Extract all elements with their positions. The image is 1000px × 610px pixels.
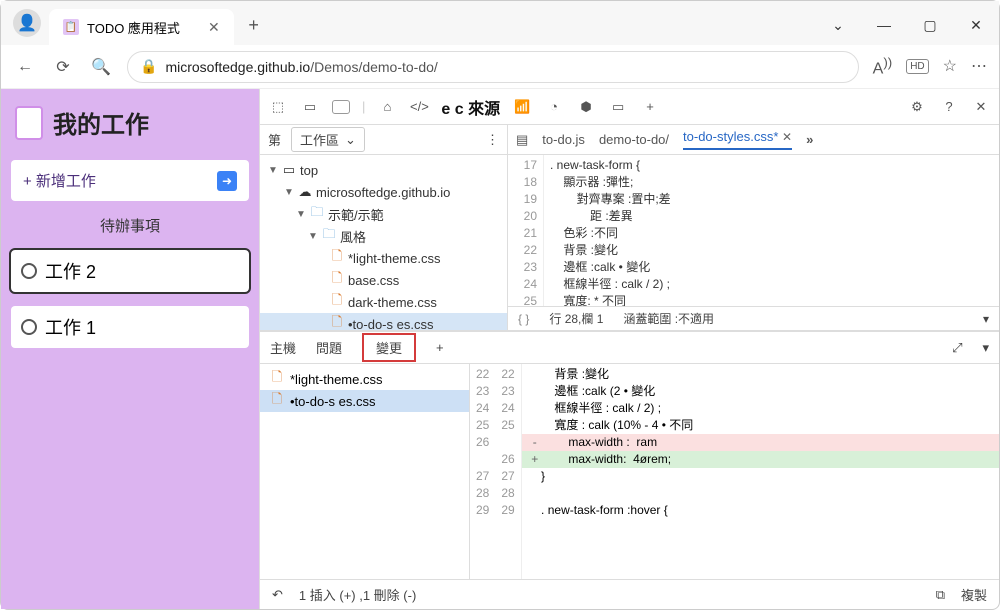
settings-icon[interactable]: ⚙ bbox=[907, 97, 927, 117]
elements-icon[interactable]: </> bbox=[409, 97, 429, 117]
refresh-icon[interactable]: ⟳ bbox=[51, 55, 75, 79]
more-icon[interactable]: ⋯ bbox=[971, 56, 987, 76]
window-close[interactable]: ✕ bbox=[953, 5, 999, 45]
drawer-tabs: 主機 問題 變更 + ⤢ ▾ bbox=[260, 332, 999, 364]
changes-footer: ↶ 1 插入 (+) ,1 刪除 (-) ⧉ 複製 bbox=[260, 579, 999, 609]
drawer-tab-changes[interactable]: 變更 bbox=[362, 333, 416, 362]
sources-tab[interactable]: e c 來源 bbox=[441, 95, 500, 119]
devtools-close-icon[interactable]: ✕ bbox=[971, 97, 991, 117]
tree-folder[interactable]: ▼🗀風格 bbox=[260, 225, 507, 247]
nav-more-icon[interactable]: ⋮ bbox=[486, 132, 499, 148]
url-bar: ← ⟳ 🔍 🔒 microsoftedge.github.io/Demos/de… bbox=[1, 45, 999, 89]
hd-icon[interactable]: HD bbox=[906, 59, 928, 74]
coverage-label: 涵蓋範圍 :不適用 bbox=[623, 310, 714, 327]
titlebar: 👤 📋 TODO 應用程式 ✕ + ⌄ — ▢ ✕ bbox=[1, 1, 999, 45]
section-heading: 待辦事項 bbox=[11, 215, 249, 236]
lock-icon: 🔒 bbox=[140, 58, 157, 75]
task-label: 工作 1 bbox=[45, 314, 96, 340]
tree-top[interactable]: ▼▭top bbox=[260, 159, 507, 181]
panel-icon[interactable] bbox=[332, 100, 350, 114]
changes-file[interactable]: 🗋*light-theme.css bbox=[260, 368, 469, 390]
url-path: /Demos/demo-to-do/ bbox=[310, 59, 438, 75]
cursor-position: 行 28,欄 1 bbox=[549, 310, 603, 327]
tree-file[interactable]: 🗋dark-theme.css bbox=[260, 291, 507, 313]
performance-icon[interactable]: ◔ bbox=[544, 97, 564, 117]
editor-status: { } 行 28,欄 1 涵蓋範圍 :不適用 ▾ bbox=[508, 306, 999, 330]
nav-label: 第 bbox=[268, 130, 281, 149]
changes-file-list: 🗋*light-theme.css 🗋•to-do-s es.css bbox=[260, 364, 470, 579]
changes-file[interactable]: 🗋•to-do-s es.css bbox=[260, 390, 469, 412]
rendered-page: 我的工作 + 新增工作 ➜ 待辦事項 工作 2 工作 1 bbox=[1, 89, 259, 609]
device-icon[interactable]: ▭ bbox=[300, 97, 320, 117]
new-tab-button[interactable]: + bbox=[238, 9, 270, 41]
more-tabs-icon[interactable]: » bbox=[806, 132, 813, 147]
navigator-header: 第 工作區⌄ ⋮ bbox=[260, 125, 507, 155]
tree-file[interactable]: 🗋*light-theme.css bbox=[260, 247, 507, 269]
memory-icon[interactable]: ⬢ bbox=[576, 97, 596, 117]
address-field[interactable]: 🔒 microsoftedge.github.io/Demos/demo-to-… bbox=[127, 51, 859, 83]
read-aloud-icon[interactable]: A)) bbox=[873, 55, 893, 78]
editor-tab[interactable]: demo-to-do/ bbox=[599, 132, 669, 147]
help-icon[interactable]: ? bbox=[939, 97, 959, 117]
drawer-add-icon[interactable]: + bbox=[436, 340, 444, 355]
drawer-tab-console[interactable]: 主機 bbox=[270, 338, 296, 357]
task-item[interactable]: 工作 1 bbox=[11, 306, 249, 348]
add-task-card[interactable]: + 新增工作 ➜ bbox=[11, 160, 249, 201]
undo-icon[interactable]: ↶ bbox=[272, 587, 283, 603]
tab-close-icon[interactable]: ✕ bbox=[782, 130, 792, 144]
changes-summary: 1 插入 (+) ,1 刪除 (-) bbox=[299, 585, 416, 604]
task-item[interactable]: 工作 2 bbox=[11, 250, 249, 292]
devtools: ⬚ ▭ | ⌂ </> e c 來源 📶 ◔ ⬢ ▭ + ⚙ ? ✕ 第 bbox=[259, 89, 999, 609]
braces-icon[interactable]: { } bbox=[518, 312, 529, 326]
favorite-icon[interactable]: ☆ bbox=[943, 56, 957, 76]
devtools-drawer: 主機 問題 變更 + ⤢ ▾ 🗋*light-theme.css 🗋•to-do… bbox=[260, 331, 999, 609]
editor-tabs: ▤ to-do.js demo-to-do/ to-do-styles.css*… bbox=[508, 125, 999, 155]
tree-file[interactable]: 🗋•to-do-s es.css bbox=[260, 313, 507, 330]
checkbox-icon[interactable] bbox=[21, 263, 37, 279]
chevron-down-icon[interactable]: ⌄ bbox=[815, 5, 861, 45]
browser-tab[interactable]: 📋 TODO 應用程式 ✕ bbox=[49, 9, 234, 45]
file-tree: ▼▭top ▼☁microsoftedge.github.io ▼🗀示範/示範 … bbox=[260, 155, 507, 330]
welcome-icon[interactable]: ⌂ bbox=[377, 97, 397, 117]
checkbox-icon[interactable] bbox=[21, 319, 37, 335]
application-icon[interactable]: ▭ bbox=[608, 97, 628, 117]
task-label: 工作 2 bbox=[45, 258, 96, 284]
drawer-collapse-icon[interactable]: ▾ bbox=[982, 340, 989, 356]
drawer-tab-issues[interactable]: 問題 bbox=[316, 338, 342, 357]
clipboard-icon bbox=[15, 106, 43, 140]
window-controls: ⌄ — ▢ ✕ bbox=[815, 5, 999, 45]
editor-tab[interactable]: to-do.js bbox=[542, 132, 585, 147]
back-icon[interactable]: ← bbox=[13, 55, 37, 79]
tab-title: TODO 應用程式 bbox=[87, 18, 180, 37]
window-minimize[interactable]: — bbox=[861, 5, 907, 45]
editor-pane: ▤ to-do.js demo-to-do/ to-do-styles.css*… bbox=[508, 125, 999, 330]
editor-tab-active[interactable]: to-do-styles.css* ✕ bbox=[683, 129, 792, 150]
more-tabs-icon[interactable]: + bbox=[640, 97, 660, 117]
url-host: microsoftedge.github.io bbox=[165, 59, 310, 75]
profile-avatar[interactable]: 👤 bbox=[13, 9, 41, 37]
search-icon[interactable]: 🔍 bbox=[89, 55, 113, 79]
page-title-text: 我的工作 bbox=[53, 105, 149, 140]
drawer-dock-icon[interactable]: ⤢ bbox=[952, 340, 962, 356]
diff-view[interactable]: 2223242526272829 2223242526272829 背景 :變化… bbox=[470, 364, 999, 579]
tab-close-icon[interactable]: ✕ bbox=[208, 19, 220, 36]
tab-favicon: 📋 bbox=[63, 19, 79, 35]
devtools-toolbar: ⬚ ▭ | ⌂ </> e c 來源 📶 ◔ ⬢ ▭ + ⚙ ? ✕ bbox=[260, 89, 999, 125]
tree-file[interactable]: 🗋base.css bbox=[260, 269, 507, 291]
window-maximize[interactable]: ▢ bbox=[907, 5, 953, 45]
navigator-pane: 第 工作區⌄ ⋮ ▼▭top ▼☁microsoftedge.github.io… bbox=[260, 125, 508, 330]
editor-nav-icon[interactable]: ▤ bbox=[516, 132, 528, 148]
inspect-icon[interactable]: ⬚ bbox=[268, 97, 288, 117]
network-icon[interactable]: 📶 bbox=[512, 97, 532, 117]
tree-folder[interactable]: ▼🗀示範/示範 bbox=[260, 203, 507, 225]
status-menu-icon[interactable]: ▾ bbox=[983, 312, 989, 326]
page-title: 我的工作 bbox=[11, 99, 249, 146]
code-editor[interactable]: 1718192021222324252627 . new-task-form {… bbox=[508, 155, 999, 306]
workspace-dropdown[interactable]: 工作區⌄ bbox=[291, 127, 365, 152]
add-task-submit-icon[interactable]: ➜ bbox=[217, 171, 237, 191]
copy-label[interactable]: 複製 bbox=[961, 585, 987, 604]
copy-icon[interactable]: ⧉ bbox=[936, 587, 945, 603]
tree-host[interactable]: ▼☁microsoftedge.github.io bbox=[260, 181, 507, 203]
add-task-label: + 新增工作 bbox=[23, 170, 96, 191]
